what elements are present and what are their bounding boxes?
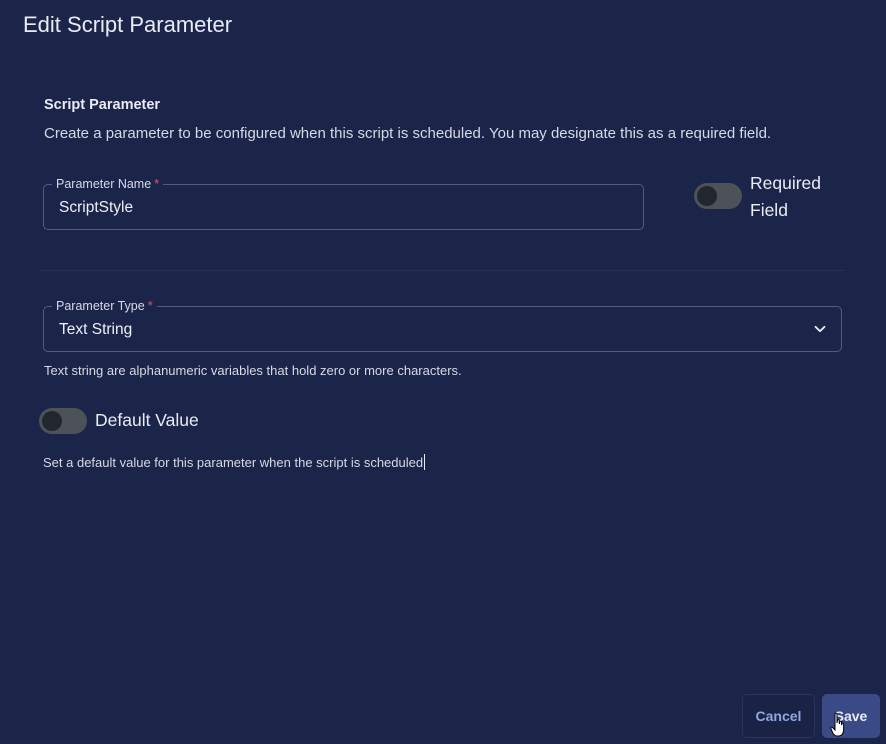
parameter-type-select[interactable]: Parameter Type * Text String [43,298,842,352]
default-value-helper-text: Set a default value for this parameter w… [43,455,424,470]
text-caret [424,454,426,470]
required-marker: * [154,177,160,191]
default-value-helper: Set a default value for this parameter w… [43,454,426,470]
parameter-name-field[interactable]: Parameter Name * ScriptStyle [43,176,644,230]
parameter-name-label-text: Parameter Name [56,177,152,191]
default-value-toggle[interactable] [39,408,87,434]
cancel-button[interactable]: Cancel [742,694,815,738]
section-description: Create a parameter to be configured when… [44,125,772,142]
dialog-title: Edit Script Parameter [23,12,233,37]
parameter-type-helper: Text string are alphanumeric variables t… [44,363,462,378]
parameter-type-selected-value: Text String [59,321,133,338]
toggle-knob [697,186,717,206]
default-value-label: Default Value [95,410,199,430]
section-heading: Script Parameter [44,97,161,113]
hand-cursor-icon [830,712,845,737]
parameter-type-label-text: Parameter Type [56,299,145,313]
required-marker: * [147,299,153,313]
required-field-label: Required Field [750,173,822,220]
parameter-name-label: Parameter Name * [52,176,164,192]
divider [40,270,846,271]
toggle-knob [42,411,62,431]
required-field-toggle[interactable] [694,183,742,209]
chevron-down-icon[interactable] [811,320,829,338]
parameter-type-label: Parameter Type * [52,298,157,314]
edit-script-parameter-dialog: Edit Script Parameter Script Parameter C… [0,0,886,744]
parameter-name-input[interactable]: ScriptStyle [59,199,133,217]
